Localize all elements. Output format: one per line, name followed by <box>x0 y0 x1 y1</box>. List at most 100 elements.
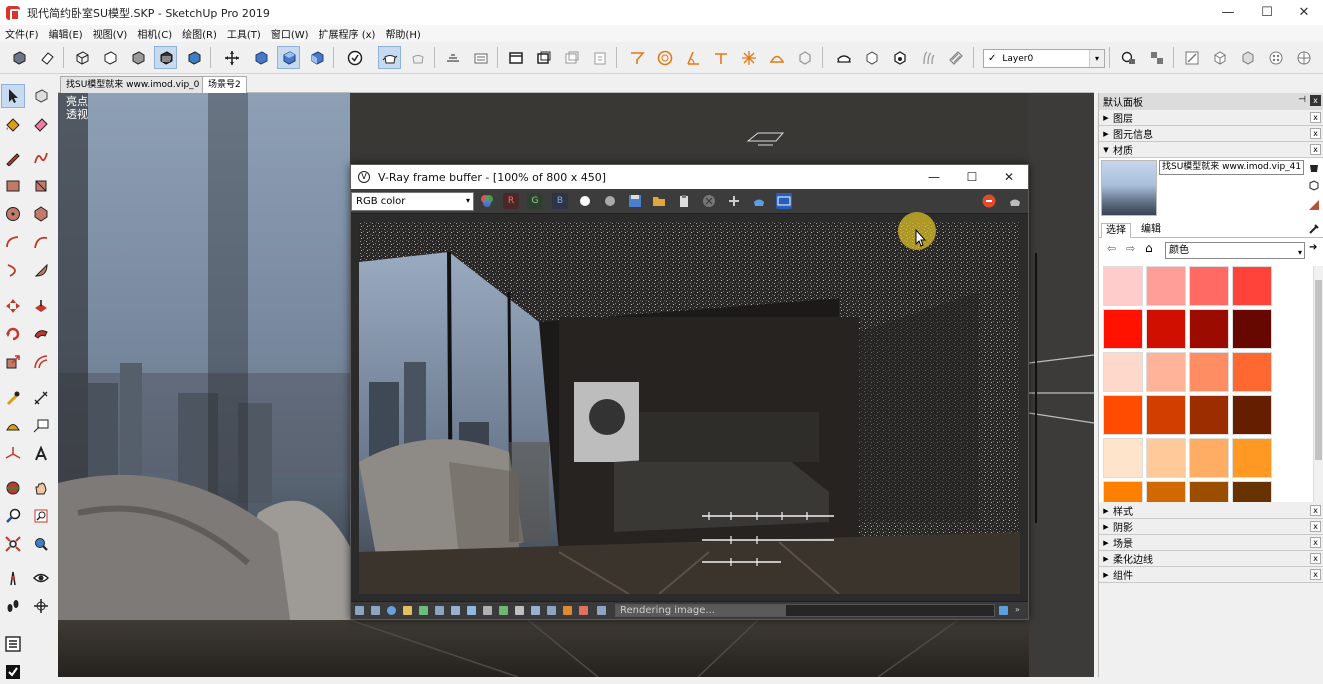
material-name-field[interactable]: 找SU模型就来 www.imod.vip_41 <box>1159 160 1304 175</box>
vfb-minimize-button[interactable]: — <box>915 165 953 189</box>
pan-tool-button[interactable] <box>29 476 53 500</box>
toolbar-style-button[interactable] <box>1180 46 1203 69</box>
vfb-render-button[interactable] <box>1007 193 1023 209</box>
vfb-open-button[interactable] <box>651 193 667 209</box>
rotate-tool-button[interactable] <box>1 322 25 346</box>
status-icon-2[interactable] <box>371 606 380 615</box>
toolbar-solid-button[interactable] <box>793 46 816 69</box>
arc-tool-button[interactable] <box>1 230 25 254</box>
toolbar-section-button[interactable] <box>504 46 527 69</box>
display-secondary-button[interactable] <box>1307 160 1321 174</box>
pie-tool-button[interactable] <box>29 258 53 282</box>
section-close-button[interactable]: x <box>1310 144 1321 155</box>
toolbar-teapot-button[interactable] <box>378 46 401 69</box>
status-expand-icon[interactable] <box>999 606 1008 615</box>
material-swatch[interactable] <box>1103 352 1143 392</box>
material-preview[interactable] <box>1101 160 1157 216</box>
status-icon-3[interactable] <box>387 606 396 615</box>
toolbar-section-fill-button[interactable] <box>560 46 583 69</box>
axes-tool-button[interactable] <box>1 442 25 466</box>
layer-dropdown[interactable]: ✓ Layer0 ▾ <box>983 49 1105 68</box>
eyedropper-button[interactable] <box>1307 222 1321 236</box>
section-close-button[interactable]: x <box>1310 553 1321 564</box>
zoom-tool-button[interactable] <box>1 504 25 528</box>
follow-me-button[interactable] <box>29 322 53 346</box>
vfb-color-mode-button[interactable] <box>479 193 495 209</box>
material-swatch[interactable] <box>1103 395 1143 435</box>
orbit-tool-button[interactable] <box>1 476 25 500</box>
toolbar-front-view-button[interactable] <box>305 46 328 69</box>
menu-window[interactable]: 窗口(W) <box>266 26 314 41</box>
material-swatch[interactable] <box>1232 266 1272 306</box>
tray-section-styles[interactable]: ▶ 样式 x <box>1099 503 1323 519</box>
paint-bucket-button[interactable] <box>1 112 25 136</box>
forward-arrow-icon[interactable]: ⇨ <box>1126 242 1135 255</box>
toolbar-section-display-button[interactable] <box>588 46 611 69</box>
push-pull-button[interactable] <box>29 294 53 318</box>
tray-section-shadows[interactable]: ▶ 阴影 x <box>1099 519 1323 535</box>
select-tool-button[interactable] <box>1 84 25 108</box>
status-icon-12[interactable] <box>531 606 540 615</box>
material-swatch[interactable] <box>1189 395 1229 435</box>
layer-dropdown-arrow[interactable]: ▾ <box>1089 50 1104 67</box>
vfb-teapot-button[interactable] <box>751 193 767 209</box>
zoom-extents-button[interactable] <box>1 532 25 556</box>
toolbar-shaded-button[interactable] <box>154 46 177 69</box>
status-icon-8[interactable] <box>467 606 476 615</box>
toolbar-vray-plane-button[interactable] <box>944 46 967 69</box>
status-icon-14[interactable] <box>563 606 572 615</box>
material-swatch[interactable] <box>1103 309 1143 349</box>
toolbar-style2-button[interactable] <box>1208 46 1231 69</box>
toolbar-layer-manager-button[interactable] <box>1117 46 1140 69</box>
details-arrow-icon[interactable]: ➔ <box>1309 242 1317 253</box>
menu-file[interactable]: 文件(F) <box>0 26 44 41</box>
vfb-save-button[interactable] <box>627 193 643 209</box>
material-swatch[interactable] <box>1146 309 1186 349</box>
menu-edit[interactable]: 编辑(E) <box>44 26 88 41</box>
material-swatch[interactable] <box>1146 266 1186 306</box>
section-close-button[interactable]: x <box>1310 537 1321 548</box>
toolbar-vray-fur-button[interactable] <box>916 46 939 69</box>
toolbar-stamp-button[interactable] <box>625 46 648 69</box>
vfb-copy-button[interactable] <box>676 193 692 209</box>
material-swatch[interactable] <box>1232 352 1272 392</box>
status-icon-15[interactable] <box>579 606 588 615</box>
material-swatch[interactable] <box>1232 395 1272 435</box>
toolbar-wireframe-button[interactable] <box>98 46 121 69</box>
text-tool-button[interactable] <box>29 414 53 438</box>
toolbar-layer-state-button[interactable] <box>1145 46 1168 69</box>
section-close-button[interactable]: x <box>1310 128 1321 139</box>
material-swatch[interactable] <box>1103 481 1143 502</box>
pin-icon[interactable]: ⊣ <box>1298 95 1306 105</box>
model-viewport[interactable]: 亮点 透视 V V-Ray frame buffer - [100% of 80… <box>58 93 1094 677</box>
close-button[interactable]: ✕ <box>1285 0 1323 25</box>
toolbar-component-button[interactable] <box>7 46 30 69</box>
toolbar-spark-button[interactable] <box>737 46 760 69</box>
material-swatch[interactable] <box>1189 481 1229 502</box>
toolbar-group-button[interactable] <box>35 46 58 69</box>
toolbar-xray-button[interactable] <box>70 46 93 69</box>
tray-section-components[interactable]: ▶ 组件 x <box>1099 567 1323 583</box>
toolbar-iso-view-button[interactable] <box>249 46 272 69</box>
toolbar-style4-button[interactable] <box>1264 46 1287 69</box>
material-swatch[interactable] <box>1189 309 1229 349</box>
toolbar-vray-render-button[interactable] <box>832 46 855 69</box>
minimize-button[interactable]: — <box>1209 0 1247 25</box>
dimension-tool-button[interactable] <box>29 386 53 410</box>
material-swatch[interactable] <box>1146 438 1186 478</box>
tab-select[interactable]: 选择 <box>1101 223 1131 238</box>
section-plane-button[interactable] <box>29 594 53 618</box>
section-close-button[interactable]: x <box>1310 521 1321 532</box>
move-tool-button[interactable] <box>1 294 25 318</box>
material-swatch[interactable] <box>1189 352 1229 392</box>
vfb-close-button[interactable]: ✕ <box>990 165 1028 189</box>
offset-tool-button[interactable] <box>29 350 53 374</box>
create-material-button[interactable] <box>1307 178 1321 192</box>
section-close-button[interactable]: x <box>1310 505 1321 516</box>
two-point-arc-button[interactable] <box>29 230 53 254</box>
make-component-button[interactable] <box>29 84 53 108</box>
tray-section-soften-edges[interactable]: ▶ 柔化边线 x <box>1099 551 1323 567</box>
menu-draw[interactable]: 绘图(R) <box>177 26 222 41</box>
three-point-arc-button[interactable] <box>1 258 25 282</box>
status-icon-10[interactable] <box>499 606 508 615</box>
